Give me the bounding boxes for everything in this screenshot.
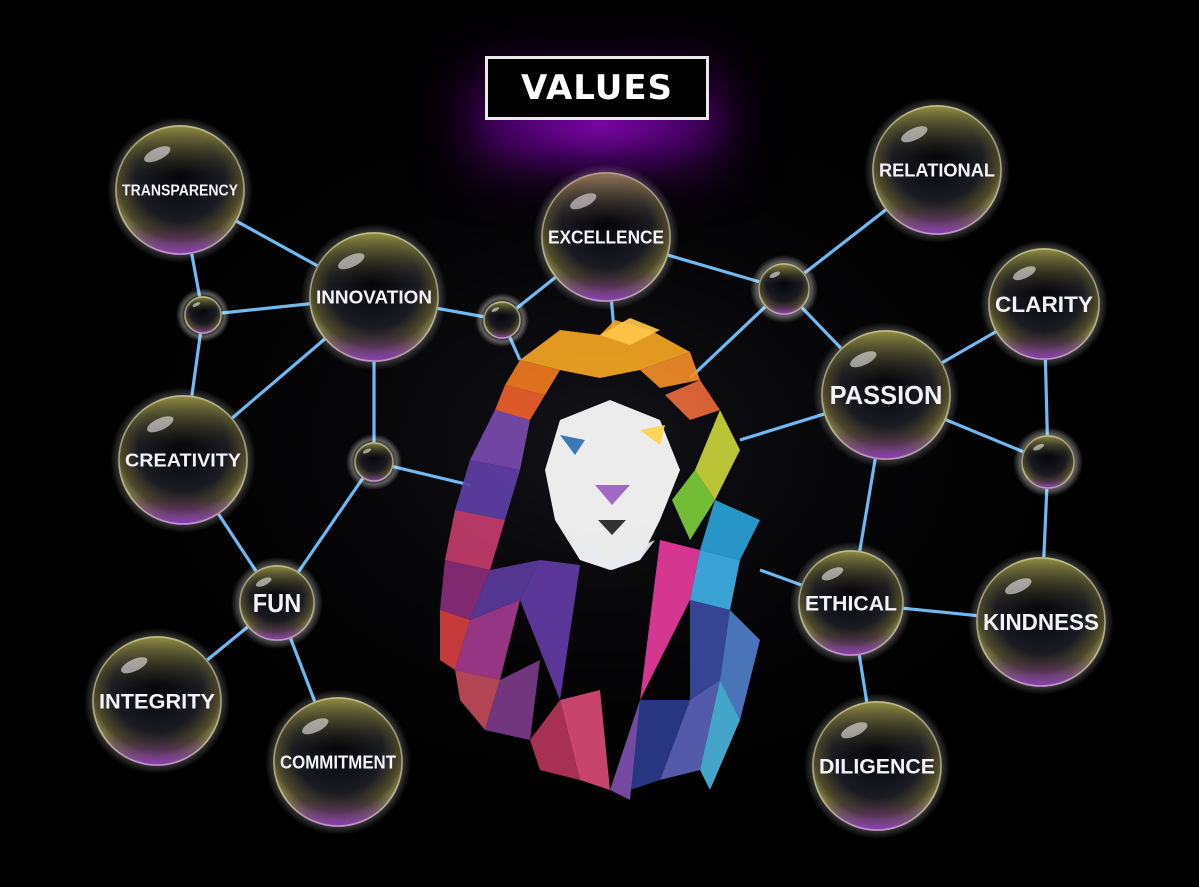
value-bubble-excellence: EXCELLENCE [533,164,679,310]
value-label-creativity: CREATIVITY [125,450,242,471]
value-bubble-passion: PASSION [813,322,959,468]
value-bubble-relational: RELATIONAL [864,97,1010,243]
value-label-excellence: EXCELLENCE [548,227,664,248]
value-label-clarity: CLARITY [995,292,1093,317]
value-label-relational: RELATIONAL [879,160,995,181]
bubble-tint [354,442,394,482]
values-diagram: TRANSPARENCY INNOVATION EXCELLENCE RELATION… [0,0,1199,887]
value-bubble-fun: FUN [231,557,323,649]
value-bubble-ethical: ETHICAL [790,542,912,664]
junction-node [176,288,230,342]
value-label-fun: FUN [253,588,301,618]
value-label-diligence: DILIGENCE [819,755,935,778]
value-label-integrity: INTEGRITY [99,690,215,713]
value-label-kindness: KINDNESS [983,609,1099,635]
value-bubble-clarity: CLARITY [980,240,1108,368]
junction-node [475,293,529,347]
value-bubble-transparency: TRANSPARENCY [107,117,253,263]
junction-node [346,434,402,490]
value-label-passion: PASSION [830,380,943,410]
value-bubble-integrity: INTEGRITY [84,628,230,774]
value-bubble-creativity: CREATIVITY [110,387,256,533]
value-label-commitment: COMMITMENT [280,752,397,773]
bubble-tint [483,301,521,339]
bubble-tint [184,296,222,334]
values-title: VALUES [485,56,709,120]
value-bubble-commitment: COMMITMENT [265,689,411,835]
value-label-ethical: ETHICAL [805,592,897,615]
value-label-transparency: TRANSPARENCY [122,182,239,199]
value-bubble-diligence: DILIGENCE [804,693,950,839]
value-bubble-innovation: INNOVATION [301,224,447,370]
value-bubble-kindness: KINDNESS [968,549,1114,695]
junction-node [750,255,818,323]
value-label-innovation: INNOVATION [316,287,432,308]
junction-node [1013,427,1083,497]
